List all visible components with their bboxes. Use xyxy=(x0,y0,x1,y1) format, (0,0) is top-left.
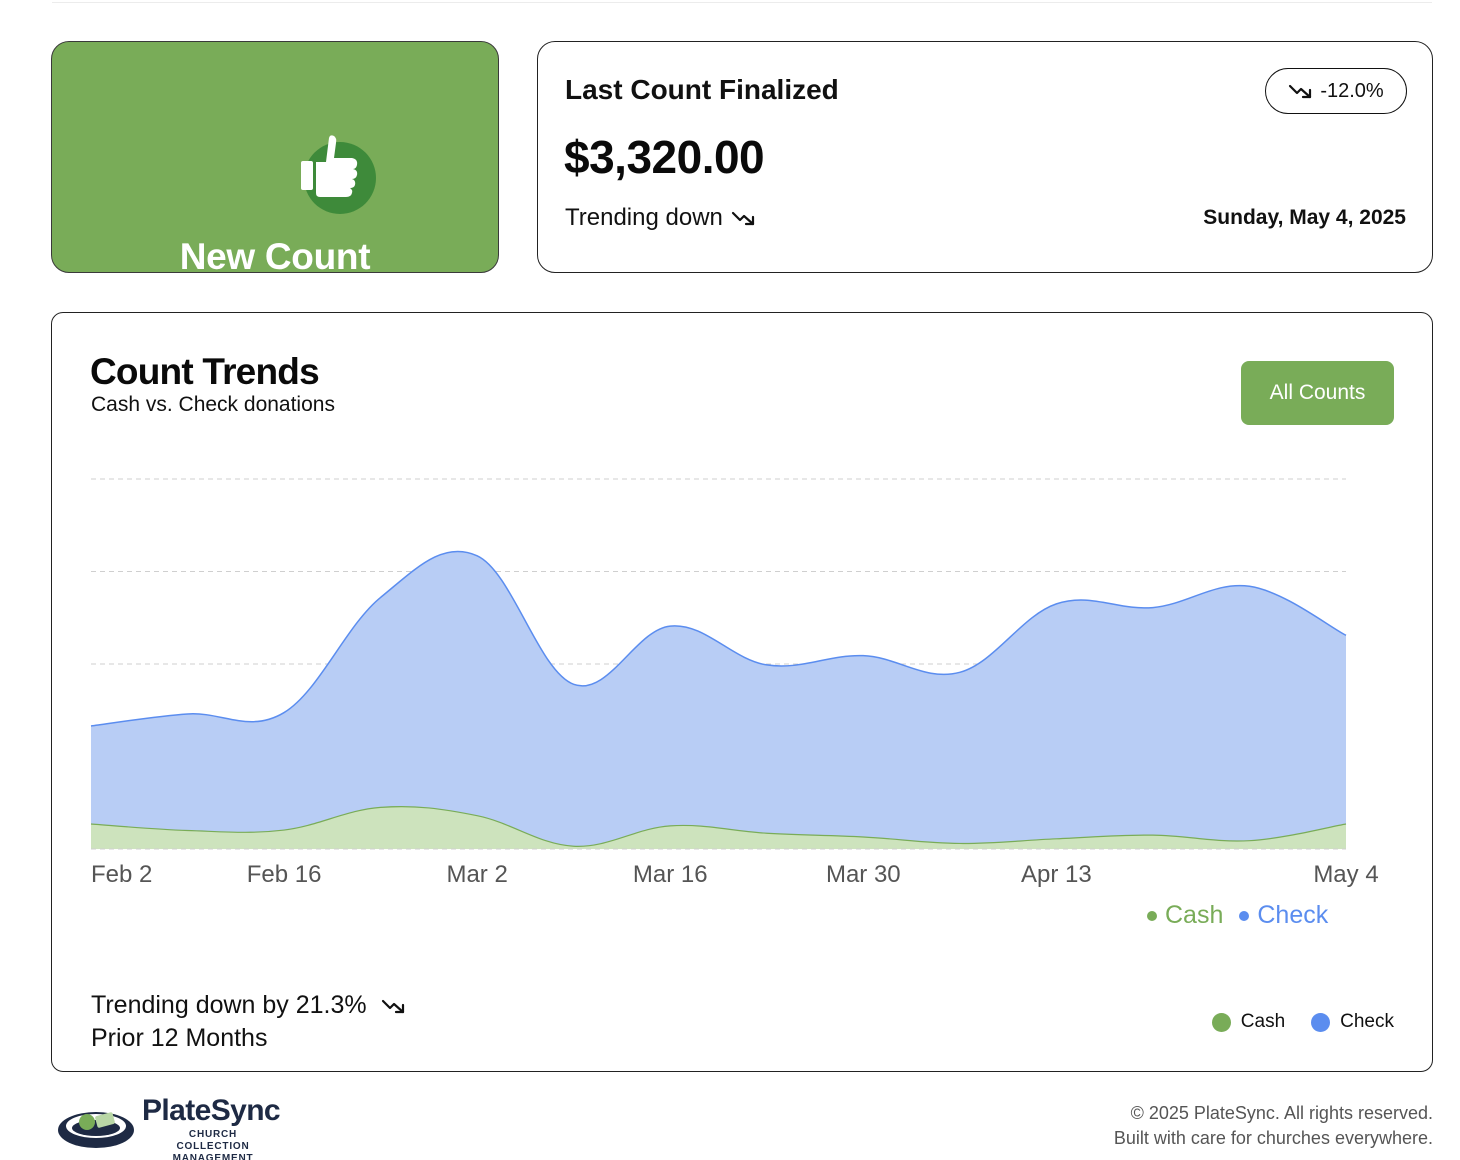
cash-swatch xyxy=(1211,1012,1231,1032)
last-count-title: Last Count Finalized xyxy=(565,74,839,105)
new-count-label: New Count xyxy=(179,236,371,277)
legend-label-check: Check xyxy=(1257,901,1329,929)
change-badge: -12.0% xyxy=(1265,68,1407,114)
check-swatch xyxy=(1311,1012,1331,1032)
new-count-button[interactable]: New Count xyxy=(51,41,499,277)
legend-cash: Cash xyxy=(1211,1011,1286,1033)
x-tick-label: Mar 16 xyxy=(633,861,708,888)
legend-item-check[interactable]: Check xyxy=(1239,901,1328,930)
x-tick-label: Apr 13 xyxy=(1021,861,1092,888)
legend-check: Check xyxy=(1311,1011,1394,1033)
brand-name: PlateSync xyxy=(142,1094,281,1127)
x-tick-label: Mar 2 xyxy=(446,861,507,888)
legend-cash-label: Cash xyxy=(1240,1011,1286,1032)
trend-period: Prior 12 Months xyxy=(91,1024,268,1052)
x-tick-label: Feb 16 xyxy=(247,861,322,888)
footer-tagline: Built with care for churches everywhere. xyxy=(1113,1128,1433,1148)
last-count-trend: Trending down xyxy=(565,204,757,232)
top-divider xyxy=(52,0,1432,3)
legend-check-label: Check xyxy=(1340,1011,1394,1032)
trend-summary-text: Trending down by 21.3% xyxy=(91,991,367,1019)
trend-summary: Trending down by 21.3% xyxy=(91,991,407,1020)
trending-down-icon xyxy=(381,999,404,1013)
legend-label-cash: Cash xyxy=(1165,901,1224,929)
last-count-card: Last Count Finalized -12.0% $3,320.00 Tr… xyxy=(537,41,1433,273)
x-tick-label: May 4 xyxy=(1313,861,1378,888)
legend-item-cash[interactable]: Cash xyxy=(1147,901,1223,930)
trending-down-icon xyxy=(1289,84,1312,99)
x-tick-label: Mar 30 xyxy=(826,861,901,888)
trending-down-icon xyxy=(731,211,754,226)
chart-legend: Cash Check xyxy=(1211,1011,1394,1033)
last-count-amount: $3,320.00 xyxy=(564,131,765,183)
count-trends-chart: Feb 2 Feb 16 Mar 2 Mar 16 Mar 30 Apr 13 May 4 xyxy=(90,478,1379,888)
trend-label: Trending down xyxy=(565,204,723,231)
thumbs-up-icon xyxy=(301,135,376,214)
x-tick-label: Feb 2 xyxy=(91,861,152,888)
last-count-date: Sunday, May 4, 2025 xyxy=(1203,206,1406,229)
check-area xyxy=(91,551,1346,849)
cash-dot xyxy=(1147,910,1157,921)
chart-inline-legend: Cash Check xyxy=(1147,901,1328,930)
count-trends-card: Count Trends Cash vs. Check donations Al… xyxy=(51,312,1433,1072)
copyright-text: © 2025 PlateSync. All rights reserved. xyxy=(1130,1103,1433,1123)
change-value: -12.0% xyxy=(1320,79,1384,102)
check-dot xyxy=(1239,910,1250,921)
brand-tagline: CHURCH COLLECTION MANAGEMENT xyxy=(172,1129,254,1160)
